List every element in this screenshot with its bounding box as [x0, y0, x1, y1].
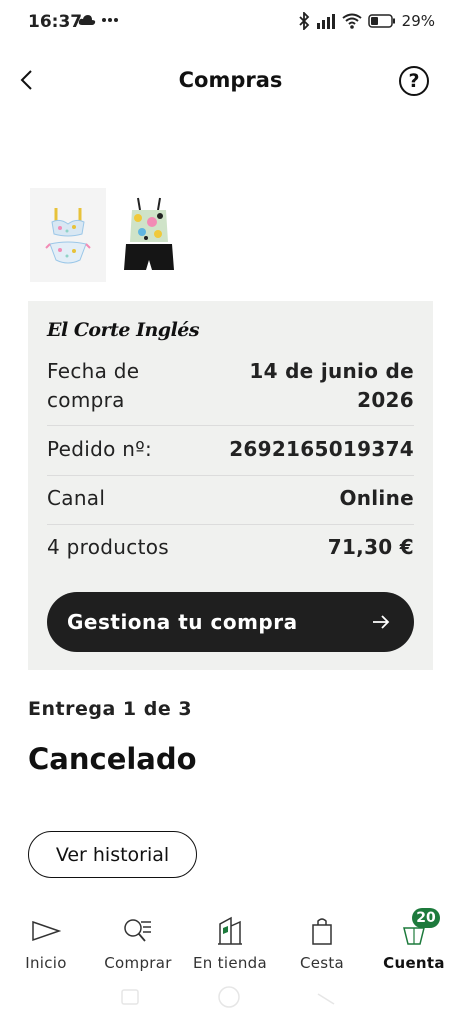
view-history-label: Ver historial — [55, 843, 170, 866]
nav-label-comprar: Comprar — [104, 954, 172, 972]
nav-item-cesta[interactable]: Cesta — [276, 914, 368, 972]
nav-label-cesta: Cesta — [299, 954, 345, 972]
status-system-icons: 29% — [298, 12, 435, 30]
order-number-row: Pedido nº: 2692165019374 — [47, 435, 414, 464]
bikini-image — [45, 208, 91, 264]
bottom-navigation: Inicio Comprar En tienda Cesta 20 Cuenta — [0, 906, 461, 984]
nav-item-inicio[interactable]: Inicio — [0, 914, 92, 972]
status-time: 16:37 — [28, 12, 83, 32]
wifi-icon — [342, 13, 362, 29]
order-total-value: 71,30 € — [327, 535, 414, 559]
divider — [47, 524, 414, 525]
brand-logo: El Corte Inglés — [47, 319, 200, 341]
help-button[interactable]: ? — [399, 66, 429, 96]
play-triangle-icon — [32, 920, 61, 942]
shopping-bag-icon — [312, 918, 332, 945]
delivery-label: Entrega 1 de 3 — [28, 698, 193, 720]
help-icon: ? — [408, 70, 420, 92]
battery-icon — [367, 14, 395, 28]
order-date-value: 14 de junio de 2026 — [249, 359, 414, 412]
cloud-icon — [78, 15, 96, 25]
recent-apps-icon[interactable] — [121, 989, 139, 1005]
nav-label-en-tienda: En tienda — [193, 954, 267, 972]
more-dots-icon — [102, 18, 118, 22]
bluetooth-icon — [299, 12, 309, 30]
nav-item-en-tienda[interactable]: En tienda — [184, 914, 276, 972]
view-history-button[interactable]: Ver historial — [28, 831, 197, 878]
order-summary-card: El Corte Inglés Fecha de compra 14 de ju… — [28, 301, 433, 670]
status-bar: 16:37 29% — [0, 0, 461, 44]
battery-percent: 29% — [401, 12, 435, 30]
nav-item-cuenta[interactable]: 20 Cuenta — [368, 908, 460, 972]
order-date-row: Fecha de compra 14 de junio de 2026 — [47, 357, 414, 415]
header: Compras ? — [0, 52, 461, 110]
product-thumbnail-bikini[interactable] — [30, 188, 106, 282]
signal-icon — [316, 14, 335, 29]
order-channel-value: Online — [339, 486, 414, 510]
product-thumbnail-set[interactable] — [116, 188, 182, 282]
nav-label-inicio: Inicio — [25, 954, 67, 972]
manage-order-button[interactable]: Gestiona tu compra — [47, 592, 414, 652]
delivery-status: Cancelado — [28, 742, 197, 776]
system-navigation-bar — [0, 984, 461, 1024]
arrow-right-icon — [373, 615, 390, 629]
nav-label-cuenta: Cuenta — [383, 954, 445, 972]
home-icon[interactable] — [218, 986, 240, 1008]
divider — [47, 475, 414, 476]
order-date-label: Fecha de compra — [47, 359, 140, 412]
order-channel-row: Canal Online — [47, 484, 414, 513]
order-number-label: Pedido nº: — [47, 437, 153, 461]
top-shorts-image — [124, 197, 174, 270]
product-thumbnails — [30, 188, 182, 282]
order-number-value: 2692165019374 — [229, 437, 414, 461]
status-notification-icons — [78, 14, 118, 26]
back-nav-icon[interactable] — [317, 993, 335, 1005]
store-building-icon — [218, 916, 242, 945]
search-list-icon — [124, 919, 151, 942]
order-products-label: 4 productos — [47, 535, 169, 559]
account-badge: 20 — [412, 908, 440, 928]
divider — [47, 425, 414, 426]
page-title: Compras — [178, 68, 283, 92]
nav-item-comprar[interactable]: Comprar — [92, 914, 184, 972]
order-channel-label: Canal — [47, 486, 106, 510]
order-total-row: 4 productos 71,30 € — [47, 533, 414, 562]
manage-order-label: Gestiona tu compra — [67, 610, 298, 634]
